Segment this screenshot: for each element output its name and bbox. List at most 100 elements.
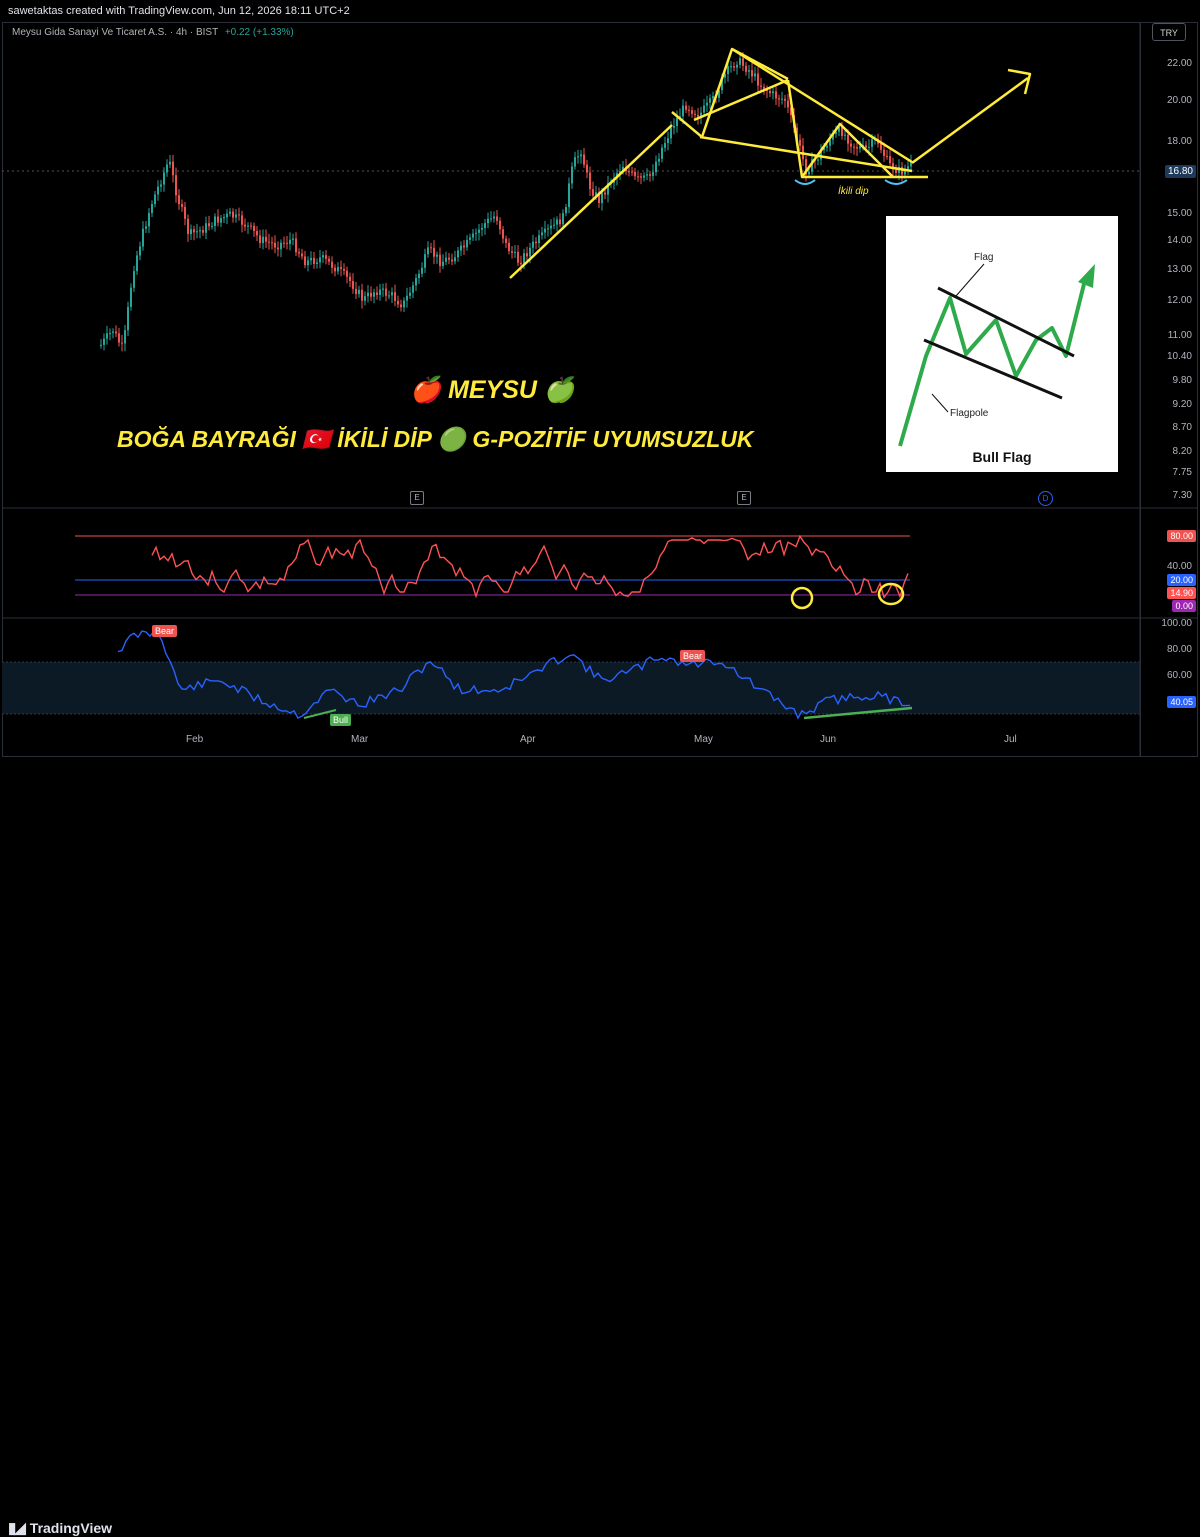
candle-body <box>409 292 411 296</box>
candle-body <box>682 105 684 117</box>
candle-body <box>694 113 696 115</box>
stoch-tick: 40.00 <box>1166 561 1192 572</box>
candle-body <box>337 267 339 272</box>
event-marker[interactable]: E <box>737 491 751 505</box>
candle-body <box>448 257 450 260</box>
candle-body <box>775 91 777 99</box>
candle-body <box>850 143 852 147</box>
candle-body <box>784 98 786 101</box>
candle-body <box>883 149 885 156</box>
price-tick: 11.00 <box>1167 330 1192 341</box>
candle-body <box>130 287 132 307</box>
candle-body <box>169 161 171 165</box>
candle-body <box>799 139 801 146</box>
double-bottom-arc-right <box>884 179 908 185</box>
candle-body <box>322 255 324 258</box>
price-tick: 12.00 <box>1166 295 1192 306</box>
bull-flag-inset: Flag Flagpole Bull Flag <box>886 216 1118 472</box>
tradingview-brand: TradingView <box>29 1520 113 1536</box>
price-tick: 22.00 <box>1166 58 1192 69</box>
candle-body <box>229 211 231 214</box>
candle-body <box>532 241 534 248</box>
dividend-marker[interactable]: D <box>1038 491 1053 506</box>
candle-body <box>574 157 576 167</box>
candle-body <box>631 171 633 173</box>
candle-body <box>406 295 408 301</box>
candle-body <box>118 333 120 343</box>
candle-body <box>688 109 690 111</box>
candle-body <box>547 228 549 230</box>
event-marker[interactable]: E <box>410 491 424 505</box>
candle-body <box>544 228 546 233</box>
candle-body <box>280 242 282 250</box>
double-bottom-arc-left <box>794 179 816 185</box>
candle-body <box>745 65 747 72</box>
candle-body <box>757 73 759 86</box>
candle-body <box>847 134 849 144</box>
candle-body <box>208 223 210 227</box>
tradingview-logo-icon: ▮◢ <box>8 1520 26 1537</box>
candle-body <box>463 245 465 248</box>
candle-body <box>148 213 150 227</box>
candle-body <box>292 238 294 240</box>
candle-body <box>550 225 552 229</box>
candle-body <box>211 225 213 227</box>
candle-body <box>496 216 498 221</box>
bull-flag-title: Bull Flag <box>972 449 1032 465</box>
time-tick: Jul <box>1004 734 1017 745</box>
candle-body <box>781 98 783 100</box>
candle-body <box>256 231 258 236</box>
candle-body <box>427 247 429 255</box>
candle-body <box>109 332 111 334</box>
price-tick: 9.20 <box>1172 399 1192 410</box>
candle-body <box>553 224 555 226</box>
candle-body <box>499 220 501 230</box>
candle-body <box>238 214 240 216</box>
title-meysu: 🍎 MEYSU 🍏 <box>410 376 576 404</box>
candle-body <box>601 192 603 203</box>
time-tick: Feb <box>186 734 204 745</box>
candle-body <box>469 237 471 240</box>
candle-body <box>373 292 375 297</box>
candle-body <box>457 250 459 258</box>
candle-body <box>472 233 474 238</box>
candle-body <box>643 175 645 178</box>
candle-body <box>691 110 693 114</box>
candle-body <box>250 225 252 227</box>
candle-body <box>670 127 672 139</box>
candle-body <box>730 66 732 68</box>
price-tick: 18.00 <box>1166 136 1192 147</box>
candle-body <box>274 242 276 248</box>
candle-body <box>565 207 567 214</box>
candle-body <box>880 143 882 150</box>
candle-body <box>127 306 129 331</box>
candle-body <box>604 192 606 195</box>
candle-body <box>748 70 750 72</box>
flag-upper <box>731 47 913 164</box>
candle-body <box>511 251 513 253</box>
candle-body <box>751 70 753 77</box>
candle-body <box>106 333 108 339</box>
bull-flag-arrow-head <box>1078 264 1095 288</box>
candle-body <box>529 247 531 257</box>
candle-body <box>502 229 504 239</box>
candle-body <box>178 195 180 205</box>
price-axis[interactable]: 22.00 20.00 18.00 16.80 15.00 14.00 13.0… <box>1140 22 1198 757</box>
candle-body <box>817 159 819 161</box>
rsi-band-fill <box>2 662 1140 714</box>
bear-label: Bear <box>680 650 706 662</box>
stoch-line <box>151 534 909 599</box>
candle-body <box>307 260 309 266</box>
candle-body <box>310 257 312 261</box>
tradingview-logo[interactable]: ▮◢ TradingView <box>8 1519 112 1537</box>
candle-body <box>268 241 270 243</box>
candle-body <box>481 227 483 230</box>
candle-body <box>541 232 543 236</box>
candle-body <box>517 251 519 263</box>
candle-body <box>709 98 711 103</box>
flagpole-pointer <box>931 393 949 413</box>
candle-body <box>340 267 342 269</box>
candle-body <box>628 171 630 173</box>
time-tick: May <box>694 734 713 745</box>
candle-body <box>526 253 528 257</box>
